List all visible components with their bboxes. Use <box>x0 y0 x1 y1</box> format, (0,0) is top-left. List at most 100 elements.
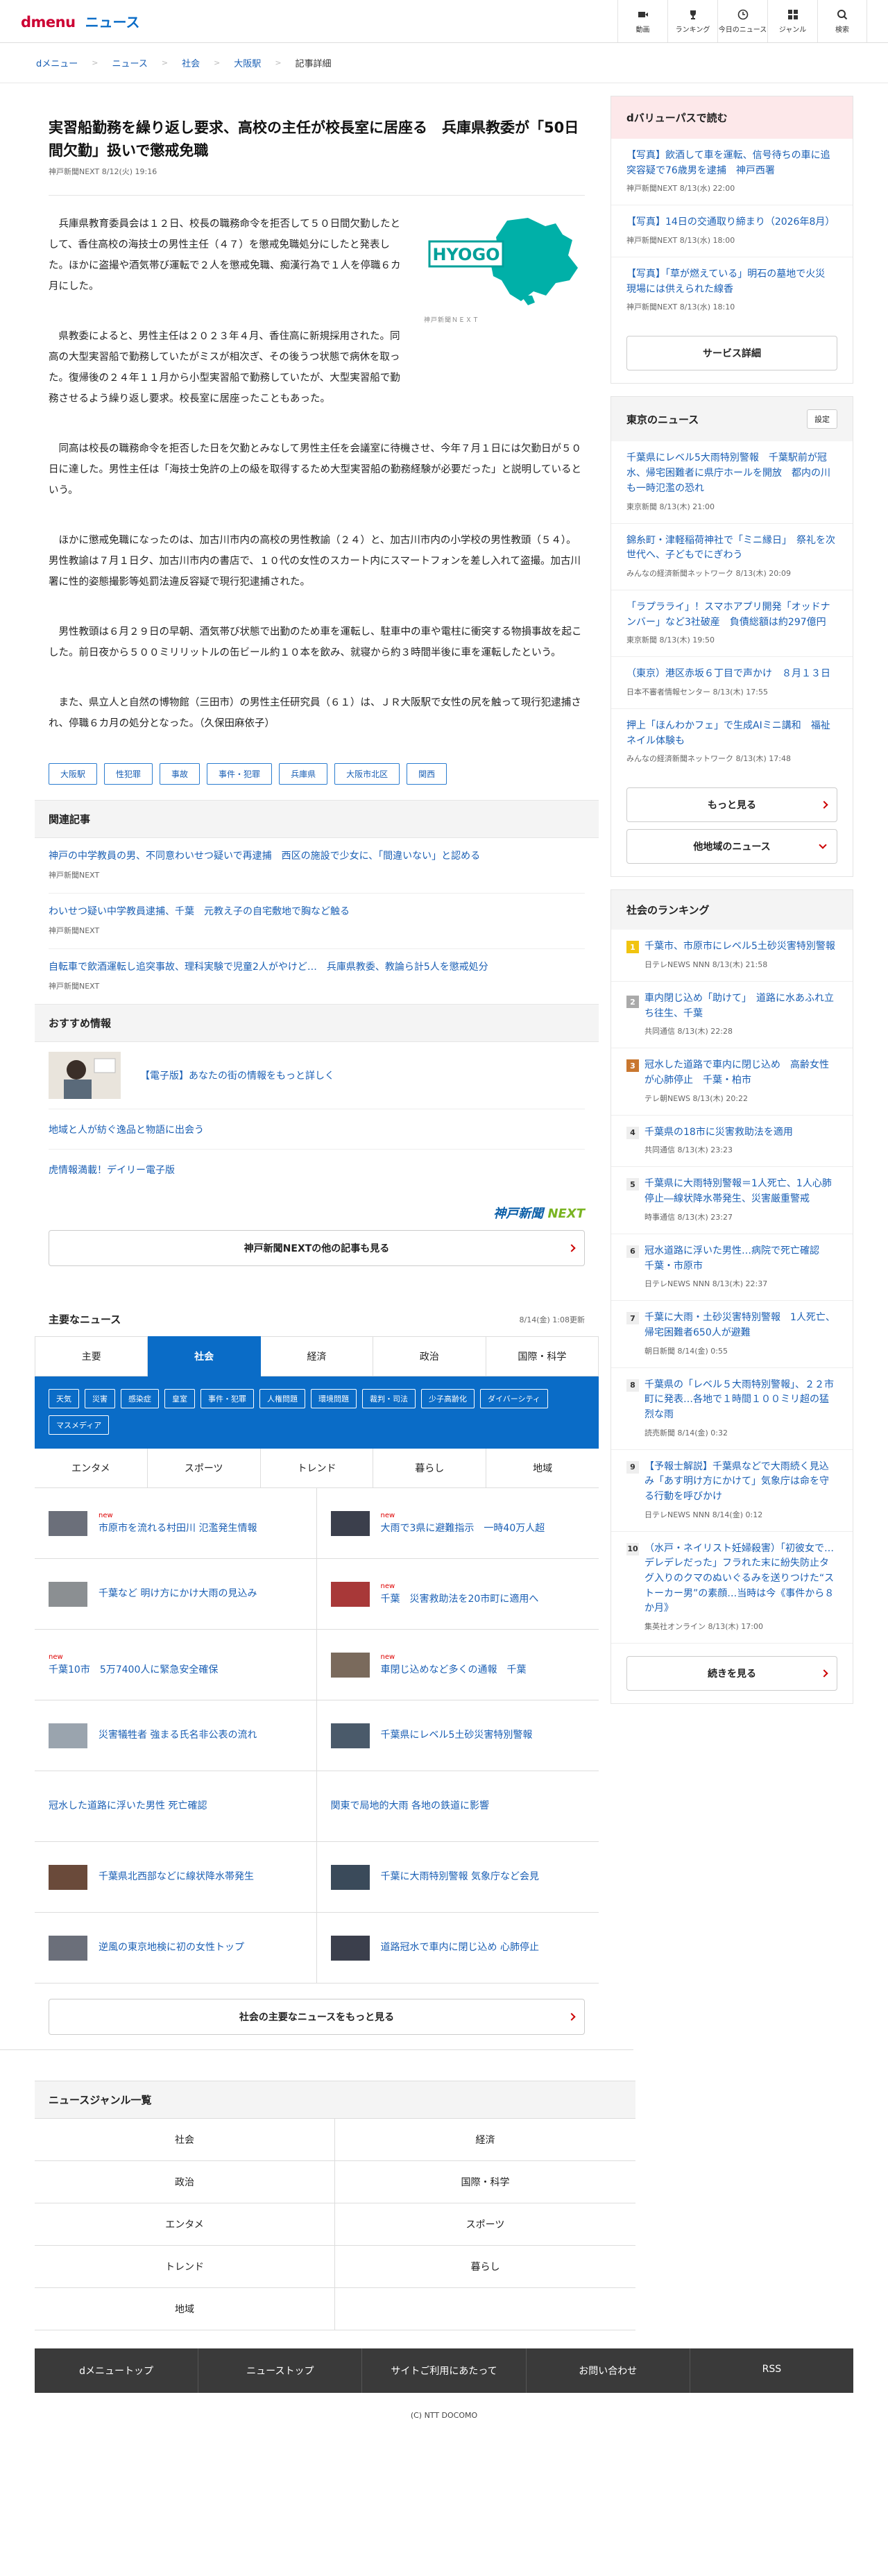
footer-link[interactable]: お問い合わせ <box>527 2348 690 2394</box>
category-chip[interactable]: マスメディア <box>49 1415 110 1435</box>
genre-item[interactable]: エンタメ <box>35 2203 335 2246</box>
dvalue-item[interactable]: 【写真】「草が燃えている」明石の墓地で火災 現場には供えられた線香 神戸新聞NEX… <box>611 257 853 323</box>
tag-link[interactable]: 兵庫県 <box>279 763 328 785</box>
category-chip[interactable]: 少子高齢化 <box>421 1389 475 1409</box>
related-item[interactable]: 神戸の中学教員の男、不同意わいせつ疑いで再逮捕 西区の施設で少女に、「間違いない… <box>49 838 585 894</box>
kobe-more-button[interactable]: 神戸新聞NEXTの他の記事も見る <box>49 1230 585 1267</box>
ranking-item[interactable]: 1 千葉市、市原市にレベル5土砂災害特別警報 日テレNEWS NNN 8/13(木)… <box>611 930 853 982</box>
related-item[interactable]: 自転車で飲酒運転し追突事故、理科実験で児童2人がやけど… 兵庫県教委、教論ら計5… <box>49 949 585 1004</box>
news-grid-item[interactable]: new 車閉じ込めなど多くの通報 千葉 <box>316 1630 599 1701</box>
tokyo-item[interactable]: 「ラプラライ」！スマホアプリ開発「オッドナンバー」など3社破産 負債総額は約29… <box>611 590 853 658</box>
tag-link[interactable]: 事件・犯罪 <box>207 763 273 785</box>
breadcrumb-society[interactable]: 社会 <box>182 56 200 69</box>
category-chip[interactable]: ダイバーシティ <box>480 1389 548 1409</box>
tab-international[interactable]: 国際・科学 <box>486 1336 599 1377</box>
genre-item[interactable]: 社会 <box>35 2119 335 2162</box>
tab-life[interactable]: 暮らし <box>373 1449 487 1489</box>
nav-genre[interactable]: ジャンル <box>767 0 817 42</box>
nav-search[interactable]: 検索 <box>817 0 867 42</box>
ranking-item[interactable]: 3 冠水した道路で車内に閉じ込め 高齢女性が心肺停止 千葉・柏市 テレ朝NEWS 8… <box>611 1048 853 1116</box>
tab-trend[interactable]: トレンド <box>260 1449 374 1489</box>
genre-item[interactable]: 政治 <box>35 2161 335 2204</box>
category-chip[interactable]: 裁判・司法 <box>362 1389 416 1409</box>
related-item[interactable]: わいせつ疑い中学教員逮捕、千葉 元教え子の自宅敷地で胸など触る 神戸新聞NEXT <box>49 894 585 950</box>
genre-item[interactable]: 国際・科学 <box>335 2161 635 2204</box>
setting-button[interactable]: 設定 <box>807 409 837 429</box>
tokyo-item[interactable]: 押上「ほんわかフェ」で生成AIミニ講和 福祉ネイル体験も みんなの経済新聞ネットワ… <box>611 709 853 775</box>
tokyo-item[interactable]: （東京）港区赤坂６丁目で声かけ ８月１３日 日本不審者情報センター 8/13(木)… <box>611 657 853 709</box>
breadcrumb-news[interactable]: ニュース <box>112 56 147 69</box>
category-chip[interactable]: 事件・犯罪 <box>200 1389 254 1409</box>
tokyo-more-button[interactable]: もっと見る <box>626 787 837 823</box>
ranking-item[interactable]: 6 冠水道路に浮いた男性…病院で死亡確認 千葉・市原市 日テレNEWS NNN 8/… <box>611 1234 853 1302</box>
dvalue-item[interactable]: 【写真】14日の交通取り締まり（2026年8月） 神戸新聞NEXT 8/13(水)… <box>611 205 853 258</box>
category-chip[interactable]: 災害 <box>85 1389 115 1409</box>
other-region-button[interactable]: 他地域のニュース <box>626 829 837 864</box>
tokyo-item[interactable]: 錦糸町・津軽稲荷神社で「ミニ縁日」 祭礼を次世代へ、子どもでにぎわう みんなの経済… <box>611 524 853 590</box>
genre-item[interactable]: スポーツ <box>335 2203 635 2246</box>
nav-video[interactable]: 動画 <box>617 0 667 42</box>
category-chip[interactable]: 環境問題 <box>311 1389 357 1409</box>
tag-link[interactable]: 関西 <box>407 763 447 785</box>
tab-society[interactable]: 社会 <box>148 1336 261 1377</box>
news-grid-item[interactable]: new 大雨で3県に避難指示 一時40万人超 <box>316 1488 599 1560</box>
nav-today[interactable]: 今日のニュース <box>717 0 767 42</box>
ranking-item[interactable]: 4 千葉県の18市に災害救助法を適用 共同通信 8/13(木) 23:23 <box>611 1116 853 1168</box>
news-grid-item[interactable]: 千葉県にレベル5土砂災害特別警報 <box>316 1700 599 1772</box>
category-chip[interactable]: 皇室 <box>164 1389 195 1409</box>
genre-item[interactable]: 経済 <box>335 2119 635 2162</box>
tag-link[interactable]: 大阪駅 <box>49 763 98 785</box>
news-grid-item[interactable]: 千葉県北西部などに線状降水帯発生 <box>35 1842 317 1913</box>
ranking-item[interactable]: 7 千葉に大雨・土砂災害特別警報 1人死亡、帰宅困難者650人が避難 朝日新聞 8/… <box>611 1301 853 1368</box>
genre-item[interactable]: 暮らし <box>335 2246 635 2289</box>
rank-number: 8 <box>626 1379 639 1392</box>
category-chip[interactable]: 感染症 <box>121 1389 159 1409</box>
recommend-item[interactable]: 虎情報満載！デイリー電子版 <box>49 1150 585 1190</box>
ranking-item[interactable]: 5 千葉県に大雨特別警報＝1人死亡、1人心肺停止―線状降水帯発生、災害厳重警戒 時事… <box>611 1167 853 1234</box>
society-more-button[interactable]: 社会の主要なニュースをもっと見る <box>49 1999 585 2036</box>
dvalue-item[interactable]: 【写真】飲酒して車を運転、信号待ちの車に追突容疑で76歳男を逮捕 神戸西署 神戸新… <box>611 139 853 206</box>
ranking-item[interactable]: 9 【予報士解説】千葉県などで大雨続く見込み「あす明け方にかけて」気象庁は命を守る… <box>611 1450 853 1532</box>
ranking-more-button[interactable]: 続きを見る <box>626 1656 837 1691</box>
category-chip[interactable]: 天気 <box>49 1389 79 1409</box>
service-detail-button[interactable]: サービス詳細 <box>626 336 837 371</box>
breadcrumb-osaka-station[interactable]: 大阪駅 <box>234 56 261 69</box>
tab-sports[interactable]: スポーツ <box>147 1449 261 1489</box>
footer-link[interactable]: RSS <box>690 2348 853 2393</box>
news-grid-item[interactable]: 関東で局地的大雨 各地の鉄道に影響 <box>316 1771 599 1843</box>
news-grid-item[interactable]: new 千葉10市 5万7400人に緊急安全確保 <box>35 1630 317 1701</box>
tag-link[interactable]: 事故 <box>160 763 200 785</box>
nav-ranking[interactable]: ランキング <box>667 0 717 42</box>
news-grid-item[interactable]: 道路冠水で車内に閉じ込め 心肺停止 <box>316 1913 599 1984</box>
breadcrumb-dmenu[interactable]: dメニュー <box>36 56 78 69</box>
footer-link[interactable]: サイトご利用にあたって <box>362 2348 527 2394</box>
genre-item[interactable]: 地域 <box>35 2288 335 2331</box>
site-logo[interactable]: dmenu ニュース <box>21 11 140 31</box>
tag-link[interactable]: 大阪市北区 <box>334 763 400 785</box>
news-grid-item[interactable]: 逆風の東京地検に初の女性トップ <box>35 1913 317 1984</box>
news-grid-item[interactable]: new 市原市を流れる村田川 氾濫発生情報 <box>35 1488 317 1560</box>
ranking-item[interactable]: 10 （水戸・ネイリスト妊婦殺害）「初彼女で…デレデレだった」フラれた末に紛失防止… <box>611 1532 853 1644</box>
tag-link[interactable]: 性犯罪 <box>104 763 153 785</box>
recommend-item[interactable]: 【電子版】あなたの街の情報をもっと詳しく <box>49 1042 585 1110</box>
tab-entertainment[interactable]: エンタメ <box>35 1449 148 1489</box>
tab-politics[interactable]: 政治 <box>373 1336 486 1377</box>
genre-item[interactable]: トレンド <box>35 2246 335 2289</box>
category-chip[interactable]: 人権問題 <box>259 1389 305 1409</box>
news-thumbnail <box>49 1510 87 1536</box>
recommend-item[interactable]: 地域と人が紡ぐ逸品と物語に出会う <box>49 1109 585 1150</box>
article-figure[interactable]: HYOGO 神戸新聞ＮＥＸＴ <box>424 214 585 324</box>
news-grid-item[interactable]: 千葉など 明け方にかけ大雨の見込み <box>35 1559 317 1630</box>
tab-main[interactable]: 主要 <box>35 1336 148 1377</box>
tokyo-item[interactable]: 千葉県にレベル5大雨特別警報 千葉駅前が冠水、帰宅困難者に県庁ホールを開放 都内… <box>611 441 853 524</box>
tab-local[interactable]: 地域 <box>486 1449 599 1489</box>
ranking-item[interactable]: 8 千葉県の「レベル５大雨特別警報」、２２市町に発表…各地で１時間１００ミリ超の猛… <box>611 1368 853 1450</box>
ranking-item[interactable]: 2 車内閉じ込め「助けて」 道路に水あふれ立ち往生、千葉 共同通信 8/13(木) … <box>611 982 853 1049</box>
news-grid-item[interactable]: 災害犠牲者 強まる氏名非公表の流れ <box>35 1700 317 1772</box>
news-grid-item[interactable]: new 千葉 災害救助法を20市町に適用へ <box>316 1559 599 1630</box>
footer-link[interactable]: ニューストップ <box>198 2348 363 2394</box>
tab-economy[interactable]: 経済 <box>260 1336 374 1377</box>
news-grid-item[interactable]: 冠水した道路に浮いた男性 死亡確認 <box>35 1771 317 1843</box>
footer-link[interactable]: dメニュートップ <box>35 2348 199 2394</box>
news-grid-item[interactable]: 千葉に大雨特別警報 気象庁など会見 <box>316 1842 599 1913</box>
